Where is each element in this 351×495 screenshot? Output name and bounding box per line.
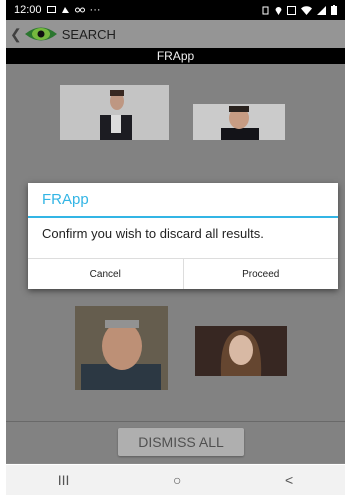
confirm-dialog: FRApp Confirm you wish to discard all re…: [28, 183, 338, 289]
volte-icon: [287, 5, 296, 15]
vibrate-icon: [262, 6, 269, 14]
battery-icon: [331, 5, 337, 15]
cancel-button[interactable]: Cancel: [28, 259, 183, 289]
message-icon: [46, 6, 56, 13]
wifi-icon: [301, 5, 312, 15]
status-bar: 12:00 ···: [6, 0, 345, 20]
signal-icon: [317, 5, 326, 15]
dialog-message: Confirm you wish to discard all results.: [42, 226, 264, 241]
location-icon: [275, 6, 282, 15]
clock: 12:00: [14, 4, 42, 16]
proceed-button[interactable]: Proceed: [182, 259, 338, 289]
back-icon[interactable]: <: [285, 472, 293, 488]
recents-icon[interactable]: III: [58, 472, 70, 488]
phone-screen: 12:00 ··· ❮ SEARCH FRApp DISMISS ALL III…: [6, 0, 345, 495]
home-icon[interactable]: ○: [173, 472, 181, 488]
system-nav-bar: III ○ <: [6, 465, 345, 495]
sim-icon: [61, 7, 69, 13]
overflow-indicator: ···: [89, 4, 101, 16]
dialog-title: FRApp: [28, 183, 338, 218]
voicemail-icon: [74, 7, 85, 13]
dialog-button-row: Cancel Proceed: [28, 258, 338, 289]
